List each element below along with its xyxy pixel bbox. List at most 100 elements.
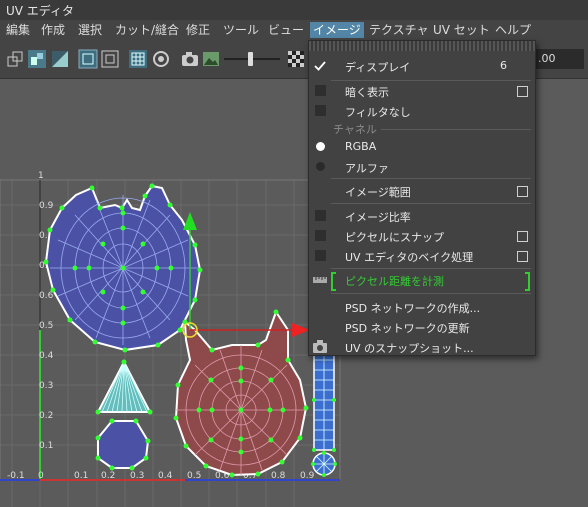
y-tick-label: 0.5	[39, 321, 53, 331]
brightness-slider[interactable]	[222, 49, 282, 69]
uv-shell-tail[interactable]	[312, 349, 336, 476]
menu-view[interactable]: ビュー	[265, 22, 307, 38]
uv-shell-cone[interactable]	[96, 359, 152, 413]
tear-off-grip[interactable]	[309, 41, 535, 51]
y-tick-label: 0.3	[39, 381, 53, 391]
x-tick-label: 0.5	[187, 471, 201, 481]
menu-item-measure-pixel-distance[interactable]: ピクセル距離を計測	[309, 270, 535, 291]
menu-edit[interactable]: 編集	[3, 22, 33, 38]
option-box-icon[interactable]	[517, 251, 528, 262]
menu-item-alpha[interactable]: アルファ	[309, 157, 535, 177]
x-tick-label: 0.9	[300, 471, 315, 481]
menu-uv-set[interactable]: UV セット	[430, 22, 493, 38]
option-box-icon[interactable]	[517, 231, 528, 242]
x-tick-label: 0.2	[101, 471, 115, 481]
menu-item-label: フィルタなし	[345, 106, 411, 119]
grid-icon[interactable]	[128, 49, 148, 69]
x-tick-label: 0.1	[74, 471, 88, 481]
menu-item-label: ディスプレイ	[345, 61, 411, 74]
radio-on-icon	[316, 142, 325, 151]
value-field[interactable]: .00	[534, 49, 584, 69]
window-titlebar: UV エディタ	[0, 0, 588, 21]
menu-item-display[interactable]: ディスプレイ 6	[309, 56, 535, 76]
menu-item-rgba[interactable]: RGBA	[309, 137, 535, 157]
uv-shell-octagon[interactable]	[97, 420, 150, 469]
menu-item-uv-snapshot[interactable]: UV のスナップショット...	[309, 337, 535, 357]
menu-separator	[331, 203, 531, 204]
ruler-icon	[313, 277, 327, 283]
radio-off-icon	[316, 162, 325, 171]
grid-display-icon[interactable]	[78, 49, 98, 69]
menu-item-label: 暗く表示	[345, 86, 389, 99]
toggle-box-icon	[315, 210, 326, 221]
menu-item-label: アルファ	[345, 162, 389, 175]
menu-item-label: PSD ネットワークの更新	[345, 322, 470, 335]
menu-select[interactable]: 選択	[75, 22, 105, 38]
image-icon[interactable]	[201, 49, 221, 69]
y-tick-label: 0.6	[39, 291, 54, 301]
menu-image[interactable]: イメージ	[310, 22, 364, 38]
camera-icon	[313, 340, 327, 353]
menubar: 編集 作成 選択 カット/縫合 修正 ツール ビュー イメージ テクスチャ UV…	[0, 20, 588, 40]
frame-icon[interactable]	[100, 49, 120, 69]
menu-help[interactable]: ヘルプ	[492, 22, 534, 38]
x-tick-label: 0.8	[271, 471, 286, 481]
menu-item-accelerator: 6	[500, 59, 507, 72]
pixel-snap-icon[interactable]	[151, 49, 171, 69]
value-field-text: .00	[538, 52, 556, 65]
menu-separator	[331, 178, 531, 179]
menu-tools[interactable]: ツール	[220, 22, 262, 38]
manip-v-arrow[interactable]	[183, 212, 197, 230]
window-title: UV エディタ	[6, 4, 74, 18]
bracket-left	[331, 272, 336, 291]
y-tick-label: 1	[38, 171, 44, 181]
x-tick-label: 0.4	[158, 471, 173, 481]
menu-item-label: RGBA	[345, 140, 377, 153]
option-box-icon[interactable]	[517, 186, 528, 197]
menu-cut-sew[interactable]: カット/縫合	[112, 22, 182, 38]
move-manipulator[interactable]	[182, 212, 310, 338]
menu-modify[interactable]: 修正	[183, 22, 213, 38]
menu-item-label: ピクセルにスナップ	[345, 231, 444, 244]
y-tick-label: 0.2	[39, 411, 53, 421]
menu-item-pixel-snap[interactable]: ピクセルにスナップ	[309, 226, 535, 246]
check-icon	[314, 61, 326, 71]
y-tick-label: 0.4	[39, 351, 54, 361]
y-tick-label: 0.1	[39, 441, 53, 451]
uv-shade-icon[interactable]	[50, 49, 70, 69]
uv-shell-icon[interactable]	[27, 49, 47, 69]
camera-icon[interactable]	[180, 49, 200, 69]
menu-texture[interactable]: テクスチャ	[366, 22, 432, 38]
uv-move-icon[interactable]	[5, 49, 25, 69]
x-tick-label: -0.1	[7, 471, 25, 481]
toggle-box-icon	[315, 230, 326, 241]
menu-item-image-ratio[interactable]: イメージ比率	[309, 206, 535, 226]
menu-item-update-psd-network[interactable]: PSD ネットワークの更新	[309, 317, 535, 337]
image-menu-dropdown: ディスプレイ 6 暗く表示 フィルタなし チャネル RGBA アルファ イメージ…	[308, 40, 536, 356]
menu-item-label: UV エディタのベイク処理	[345, 251, 474, 264]
menu-separator	[381, 129, 531, 130]
toggle-box-icon	[315, 85, 326, 96]
toggle-box-icon	[315, 250, 326, 261]
menu-item-label: ピクセル距離を計測	[345, 275, 444, 288]
menu-create[interactable]: 作成	[38, 22, 68, 38]
option-box-icon[interactable]	[517, 86, 528, 97]
menu-item-label: イメージ範囲	[345, 186, 411, 199]
menu-item-create-psd-network[interactable]: PSD ネットワークの作成...	[309, 297, 535, 317]
section-channels: チャネル	[333, 123, 377, 136]
menu-item-label: イメージ比率	[345, 211, 411, 224]
x-tick-label: 0.3	[130, 471, 144, 481]
x-tick-label: 0	[38, 471, 44, 481]
toggle-box-icon	[315, 105, 326, 116]
menu-item-unfiltered[interactable]: フィルタなし	[309, 101, 535, 121]
menu-item-label: PSD ネットワークの作成...	[345, 302, 481, 315]
y-tick-label: 0.9	[39, 201, 54, 211]
bracket-right	[525, 272, 530, 291]
menu-item-uv-bake[interactable]: UV エディタのベイク処理	[309, 246, 535, 266]
menu-item-label: UV のスナップショット...	[345, 342, 474, 355]
exposure-icon[interactable]	[286, 49, 306, 69]
menu-separator	[331, 268, 531, 269]
menu-item-image-range[interactable]: イメージ範囲	[309, 181, 535, 201]
menu-separator	[331, 293, 531, 294]
menu-item-dim-image[interactable]: 暗く表示	[309, 81, 535, 101]
